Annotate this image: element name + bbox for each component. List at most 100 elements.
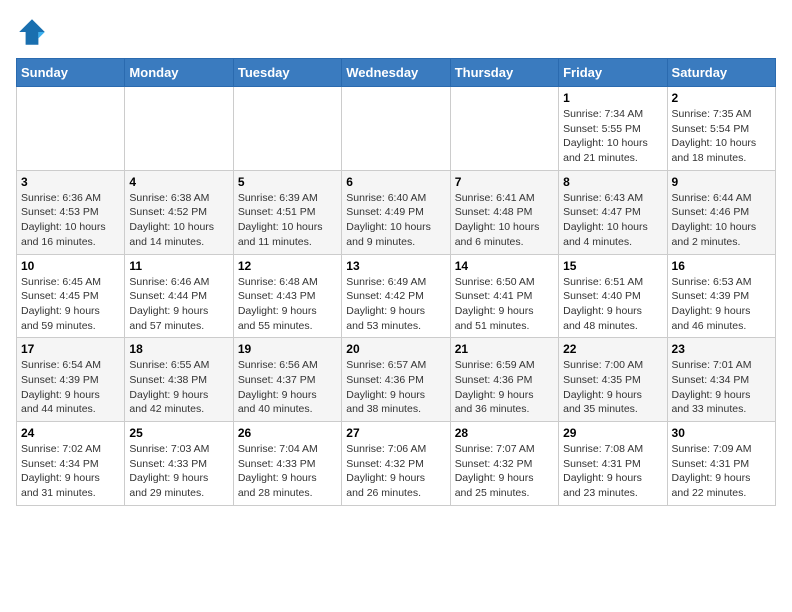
day-number: 27 — [346, 426, 445, 440]
calendar-cell: 26 Sunrise: 7:04 AMSunset: 4:33 PMDayligh… — [233, 422, 341, 506]
calendar-table: SundayMondayTuesdayWednesdayThursdayFrid… — [16, 58, 776, 506]
calendar-body: 1 Sunrise: 7:34 AMSunset: 5:55 PMDaylight… — [17, 87, 776, 506]
day-number: 3 — [21, 175, 120, 189]
day-info: Sunrise: 6:40 AMSunset: 4:49 PMDaylight:… — [346, 191, 445, 250]
day-number: 7 — [455, 175, 554, 189]
calendar-cell: 17 Sunrise: 6:54 AMSunset: 4:39 PMDayligh… — [17, 338, 125, 422]
day-number: 29 — [563, 426, 662, 440]
calendar-cell: 29 Sunrise: 7:08 AMSunset: 4:31 PMDayligh… — [559, 422, 667, 506]
day-number: 19 — [238, 342, 337, 356]
calendar-cell: 24 Sunrise: 7:02 AMSunset: 4:34 PMDayligh… — [17, 422, 125, 506]
weekday-header-row: SundayMondayTuesdayWednesdayThursdayFrid… — [17, 59, 776, 87]
calendar-cell: 1 Sunrise: 7:34 AMSunset: 5:55 PMDaylight… — [559, 87, 667, 171]
day-number: 30 — [672, 426, 771, 440]
calendar-cell: 6 Sunrise: 6:40 AMSunset: 4:49 PMDaylight… — [342, 170, 450, 254]
day-number: 6 — [346, 175, 445, 189]
day-info: Sunrise: 6:43 AMSunset: 4:47 PMDaylight:… — [563, 191, 662, 250]
calendar-cell — [17, 87, 125, 171]
day-info: Sunrise: 6:50 AMSunset: 4:41 PMDaylight:… — [455, 275, 554, 334]
day-number: 17 — [21, 342, 120, 356]
calendar-week-5: 24 Sunrise: 7:02 AMSunset: 4:34 PMDayligh… — [17, 422, 776, 506]
day-number: 26 — [238, 426, 337, 440]
calendar-cell — [233, 87, 341, 171]
day-info: Sunrise: 6:39 AMSunset: 4:51 PMDaylight:… — [238, 191, 337, 250]
day-number: 25 — [129, 426, 228, 440]
day-number: 1 — [563, 91, 662, 105]
logo-icon — [16, 16, 48, 48]
day-number: 2 — [672, 91, 771, 105]
calendar-cell: 16Sunrise: 6:53 AMSunset: 4:39 PMDayligh… — [667, 254, 775, 338]
calendar-cell: 30 Sunrise: 7:09 AMSunset: 4:31 PMDayligh… — [667, 422, 775, 506]
day-info: Sunrise: 7:08 AMSunset: 4:31 PMDaylight:… — [563, 442, 662, 501]
day-number: 12 — [238, 259, 337, 273]
day-info: Sunrise: 7:00 AMSunset: 4:35 PMDaylight:… — [563, 358, 662, 417]
day-number: 18 — [129, 342, 228, 356]
calendar-cell: 10 Sunrise: 6:45 AMSunset: 4:45 PMDayligh… — [17, 254, 125, 338]
weekday-header-saturday: Saturday — [667, 59, 775, 87]
day-number: 23 — [672, 342, 771, 356]
calendar-cell: 21Sunrise: 6:59 AMSunset: 4:36 PMDayligh… — [450, 338, 558, 422]
calendar-cell — [342, 87, 450, 171]
day-info: Sunrise: 7:34 AMSunset: 5:55 PMDaylight:… — [563, 107, 662, 166]
day-number: 4 — [129, 175, 228, 189]
day-number: 5 — [238, 175, 337, 189]
calendar-cell: 14 Sunrise: 6:50 AMSunset: 4:41 PMDayligh… — [450, 254, 558, 338]
day-info: Sunrise: 6:44 AMSunset: 4:46 PMDaylight:… — [672, 191, 771, 250]
day-info: Sunrise: 6:36 AMSunset: 4:53 PMDaylight:… — [21, 191, 120, 250]
weekday-header-friday: Friday — [559, 59, 667, 87]
calendar-cell: 19Sunrise: 6:56 AMSunset: 4:37 PMDayligh… — [233, 338, 341, 422]
day-number: 22 — [563, 342, 662, 356]
day-number: 20 — [346, 342, 445, 356]
weekday-header-monday: Monday — [125, 59, 233, 87]
day-info: Sunrise: 6:49 AMSunset: 4:42 PMDaylight:… — [346, 275, 445, 334]
day-info: Sunrise: 7:06 AMSunset: 4:32 PMDaylight:… — [346, 442, 445, 501]
day-info: Sunrise: 6:54 AMSunset: 4:39 PMDaylight:… — [21, 358, 120, 417]
day-number: 13 — [346, 259, 445, 273]
day-info: Sunrise: 6:59 AMSunset: 4:36 PMDaylight:… — [455, 358, 554, 417]
day-number: 11 — [129, 259, 228, 273]
day-info: Sunrise: 6:45 AMSunset: 4:45 PMDaylight:… — [21, 275, 120, 334]
day-info: Sunrise: 6:46 AMSunset: 4:44 PMDaylight:… — [129, 275, 228, 334]
calendar-cell: 4 Sunrise: 6:38 AMSunset: 4:52 PMDaylight… — [125, 170, 233, 254]
day-info: Sunrise: 7:03 AMSunset: 4:33 PMDaylight:… — [129, 442, 228, 501]
calendar-cell: 3 Sunrise: 6:36 AMSunset: 4:53 PMDaylight… — [17, 170, 125, 254]
day-number: 8 — [563, 175, 662, 189]
calendar-cell: 25 Sunrise: 7:03 AMSunset: 4:33 PMDayligh… — [125, 422, 233, 506]
calendar-cell: 22 Sunrise: 7:00 AMSunset: 4:35 PMDayligh… — [559, 338, 667, 422]
calendar-week-1: 1 Sunrise: 7:34 AMSunset: 5:55 PMDaylight… — [17, 87, 776, 171]
calendar-cell — [450, 87, 558, 171]
calendar-cell: 13 Sunrise: 6:49 AMSunset: 4:42 PMDayligh… — [342, 254, 450, 338]
day-info: Sunrise: 7:07 AMSunset: 4:32 PMDaylight:… — [455, 442, 554, 501]
weekday-header-sunday: Sunday — [17, 59, 125, 87]
weekday-header-thursday: Thursday — [450, 59, 558, 87]
day-info: Sunrise: 6:57 AMSunset: 4:36 PMDaylight:… — [346, 358, 445, 417]
calendar-cell: 11 Sunrise: 6:46 AMSunset: 4:44 PMDayligh… — [125, 254, 233, 338]
weekday-header-tuesday: Tuesday — [233, 59, 341, 87]
calendar-cell: 28Sunrise: 7:07 AMSunset: 4:32 PMDayligh… — [450, 422, 558, 506]
calendar-cell: 8 Sunrise: 6:43 AMSunset: 4:47 PMDaylight… — [559, 170, 667, 254]
calendar-cell: 20 Sunrise: 6:57 AMSunset: 4:36 PMDayligh… — [342, 338, 450, 422]
day-info: Sunrise: 6:51 AMSunset: 4:40 PMDaylight:… — [563, 275, 662, 334]
day-info: Sunrise: 6:48 AMSunset: 4:43 PMDaylight:… — [238, 275, 337, 334]
calendar-week-4: 17 Sunrise: 6:54 AMSunset: 4:39 PMDayligh… — [17, 338, 776, 422]
day-info: Sunrise: 6:55 AMSunset: 4:38 PMDaylight:… — [129, 358, 228, 417]
day-number: 10 — [21, 259, 120, 273]
day-info: Sunrise: 6:38 AMSunset: 4:52 PMDaylight:… — [129, 191, 228, 250]
calendar-cell: 27 Sunrise: 7:06 AMSunset: 4:32 PMDayligh… — [342, 422, 450, 506]
day-info: Sunrise: 6:41 AMSunset: 4:48 PMDaylight:… — [455, 191, 554, 250]
day-info: Sunrise: 7:09 AMSunset: 4:31 PMDaylight:… — [672, 442, 771, 501]
calendar-week-2: 3 Sunrise: 6:36 AMSunset: 4:53 PMDaylight… — [17, 170, 776, 254]
calendar-cell: 5 Sunrise: 6:39 AMSunset: 4:51 PMDaylight… — [233, 170, 341, 254]
calendar-week-3: 10 Sunrise: 6:45 AMSunset: 4:45 PMDayligh… — [17, 254, 776, 338]
day-number: 14 — [455, 259, 554, 273]
calendar-cell: 9Sunrise: 6:44 AMSunset: 4:46 PMDaylight… — [667, 170, 775, 254]
day-info: Sunrise: 7:04 AMSunset: 4:33 PMDaylight:… — [238, 442, 337, 501]
calendar-cell: 12 Sunrise: 6:48 AMSunset: 4:43 PMDayligh… — [233, 254, 341, 338]
day-number: 24 — [21, 426, 120, 440]
day-info: Sunrise: 7:01 AMSunset: 4:34 PMDaylight:… — [672, 358, 771, 417]
day-number: 15 — [563, 259, 662, 273]
page-header — [16, 16, 776, 48]
calendar-cell: 15 Sunrise: 6:51 AMSunset: 4:40 PMDayligh… — [559, 254, 667, 338]
day-info: Sunrise: 7:02 AMSunset: 4:34 PMDaylight:… — [21, 442, 120, 501]
calendar-cell: 7 Sunrise: 6:41 AMSunset: 4:48 PMDaylight… — [450, 170, 558, 254]
